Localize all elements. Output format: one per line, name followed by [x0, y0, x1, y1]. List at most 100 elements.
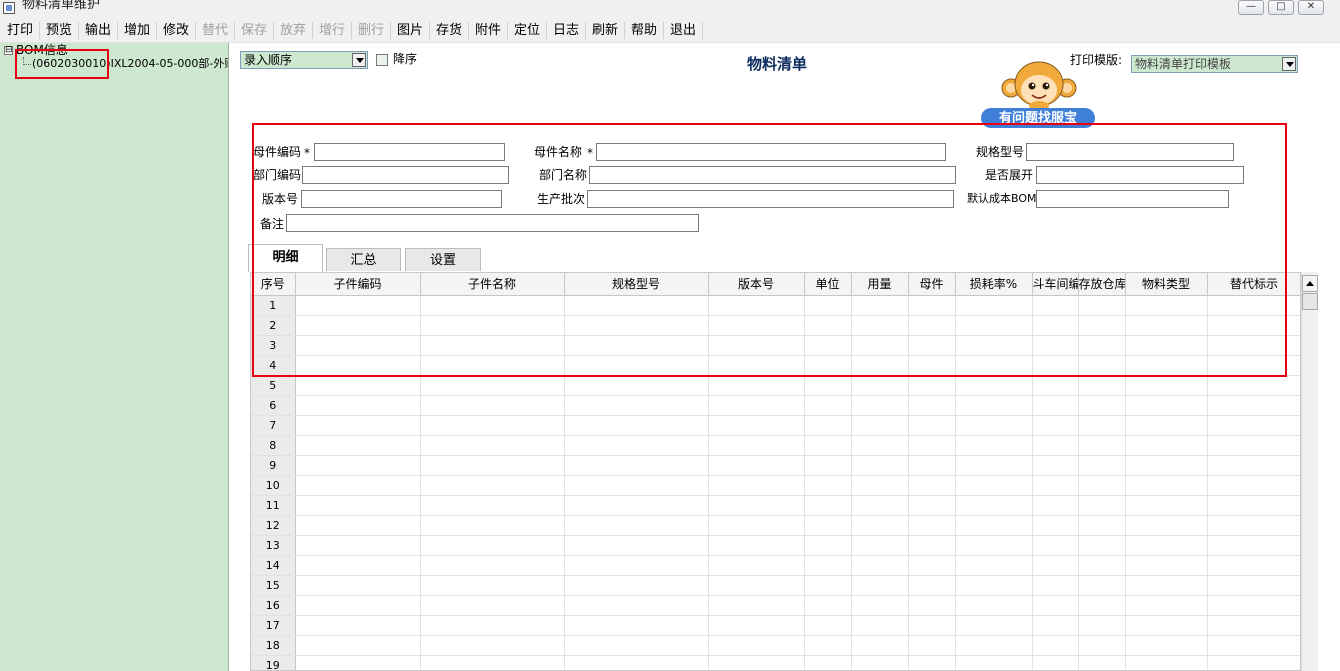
grid-cell[interactable] — [1207, 375, 1300, 396]
table-row[interactable]: 5 — [251, 375, 1300, 396]
grid-cell[interactable] — [1125, 475, 1208, 496]
grid-cell[interactable] — [851, 455, 909, 476]
grid-cell[interactable] — [1078, 615, 1126, 636]
table-row[interactable]: 16 — [251, 595, 1300, 616]
print-template-select[interactable]: 物料清单打印模板 — [1131, 55, 1298, 73]
grid-cell[interactable] — [1032, 475, 1079, 496]
grid-cell[interactable] — [1207, 655, 1300, 670]
table-row[interactable]: 8 — [251, 435, 1300, 456]
grid-cell[interactable] — [908, 375, 956, 396]
grid-cell[interactable] — [851, 575, 909, 596]
grid-cell[interactable] — [1125, 575, 1208, 596]
grid-cell[interactable] — [804, 655, 852, 670]
grid-cell[interactable] — [1032, 415, 1079, 436]
table-row[interactable]: 13 — [251, 535, 1300, 556]
grid-cell[interactable] — [295, 535, 421, 556]
grid-cell[interactable] — [708, 595, 805, 616]
grid-cell[interactable] — [564, 635, 709, 656]
grid-cell[interactable] — [955, 455, 1033, 476]
grid-cell[interactable] — [804, 395, 852, 416]
dropdown-arrow-icon[interactable] — [352, 53, 366, 67]
grid-cell[interactable] — [564, 435, 709, 456]
grid-cell[interactable] — [1032, 575, 1079, 596]
grid-cell[interactable] — [420, 535, 565, 556]
vertical-scrollbar[interactable] — [1301, 272, 1318, 671]
grid-cell[interactable] — [1125, 495, 1208, 516]
grid-cell[interactable] — [851, 515, 909, 536]
grid-cell[interactable] — [1032, 515, 1079, 536]
grid-cell[interactable] — [1207, 515, 1300, 536]
grid-cell[interactable] — [1078, 435, 1126, 456]
grid-cell[interactable] — [420, 595, 565, 616]
grid-cell[interactable] — [1125, 435, 1208, 456]
grid-cell[interactable] — [420, 455, 565, 476]
grid-cell[interactable] — [1207, 555, 1300, 576]
dropdown-arrow-icon[interactable] — [1282, 57, 1296, 71]
grid-cell[interactable] — [851, 475, 909, 496]
grid-cell[interactable] — [295, 415, 421, 436]
grid-cell[interactable] — [851, 655, 909, 670]
grid-cell[interactable] — [1078, 375, 1126, 396]
table-row[interactable]: 6 — [251, 395, 1300, 416]
grid-cell[interactable] — [564, 575, 709, 596]
table-row[interactable]: 9 — [251, 455, 1300, 476]
grid-cell[interactable] — [908, 635, 956, 656]
grid-cell[interactable] — [908, 415, 956, 436]
grid-cell[interactable] — [955, 615, 1033, 636]
grid-cell[interactable] — [908, 395, 956, 416]
grid-cell[interactable] — [1078, 455, 1126, 476]
grid-cell[interactable] — [1125, 375, 1208, 396]
grid-cell[interactable] — [955, 375, 1033, 396]
grid-cell[interactable] — [851, 595, 909, 616]
grid-cell[interactable] — [1078, 475, 1126, 496]
preview-button[interactable]: 预览 — [42, 20, 76, 41]
grid-cell[interactable] — [1032, 615, 1079, 636]
grid-cell[interactable] — [1125, 395, 1208, 416]
grid-cell[interactable] — [1125, 455, 1208, 476]
table-row[interactable]: 19 — [251, 655, 1300, 670]
grid-cell[interactable] — [804, 435, 852, 456]
descending-checkbox[interactable] — [376, 54, 388, 66]
grid-cell[interactable] — [955, 635, 1033, 656]
edit-button[interactable]: 修改 — [159, 20, 193, 41]
grid-cell[interactable] — [851, 375, 909, 396]
grid-cell[interactable] — [564, 375, 709, 396]
grid-cell[interactable] — [1032, 495, 1079, 516]
grid-cell[interactable] — [804, 635, 852, 656]
grid-cell[interactable] — [1207, 495, 1300, 516]
grid-cell[interactable] — [564, 595, 709, 616]
grid-cell[interactable] — [804, 575, 852, 596]
grid-cell[interactable] — [1125, 415, 1208, 436]
grid-cell[interactable] — [708, 395, 805, 416]
table-row[interactable]: 14 — [251, 555, 1300, 576]
exit-button[interactable]: 退出 — [666, 20, 700, 41]
grid-cell[interactable] — [1207, 535, 1300, 556]
grid-cell[interactable] — [851, 495, 909, 516]
grid-cell[interactable] — [420, 435, 565, 456]
grid-cell[interactable] — [708, 475, 805, 496]
tree-collapse-icon[interactable]: ⊟ — [4, 46, 13, 55]
grid-cell[interactable] — [708, 495, 805, 516]
grid-cell[interactable] — [955, 575, 1033, 596]
grid-cell[interactable] — [1125, 535, 1208, 556]
grid-cell[interactable] — [1032, 535, 1079, 556]
log-button[interactable]: 日志 — [549, 20, 583, 41]
grid-cell[interactable] — [1078, 535, 1126, 556]
minimize-button[interactable]: — — [1238, 0, 1264, 15]
grid-cell[interactable] — [1078, 635, 1126, 656]
grid-cell[interactable] — [908, 435, 956, 456]
grid-cell[interactable] — [295, 475, 421, 496]
grid-cell[interactable] — [1078, 595, 1126, 616]
inventory-button[interactable]: 存货 — [432, 20, 466, 41]
substitute-button[interactable]: 替代 — [198, 20, 232, 41]
grid-cell[interactable] — [1207, 415, 1300, 436]
grid-cell[interactable] — [1078, 555, 1126, 576]
grid-cell[interactable] — [955, 535, 1033, 556]
grid-cell[interactable] — [955, 495, 1033, 516]
grid-cell[interactable] — [564, 415, 709, 436]
grid-cell[interactable] — [564, 395, 709, 416]
discard-button[interactable]: 放弃 — [276, 20, 310, 41]
grid-cell[interactable] — [851, 395, 909, 416]
grid-cell[interactable] — [955, 435, 1033, 456]
grid-cell[interactable] — [1125, 635, 1208, 656]
